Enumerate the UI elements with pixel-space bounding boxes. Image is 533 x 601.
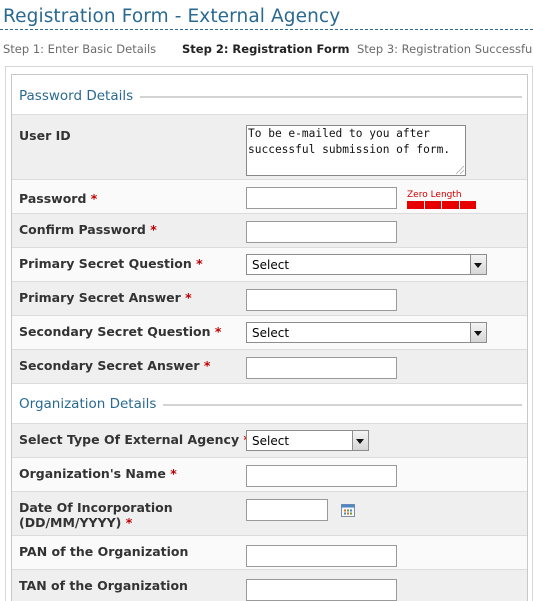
org-name-input[interactable] [246, 465, 397, 487]
secondary-question-label: Secondary Secret Question * [19, 324, 222, 339]
chevron-down-icon[interactable] [470, 323, 486, 342]
wizard-steps: Step 1: Enter Basic Details Step 2: Regi… [0, 42, 533, 58]
row-incorporation-date: Date Of Incorporation (DD/MM/YYYY) * [12, 491, 527, 536]
pan-label: PAN of the Organization [19, 544, 189, 559]
select-value: Select [252, 434, 290, 448]
primary-answer-input[interactable] [246, 289, 397, 311]
select-value: Select [252, 258, 290, 272]
row-org-name: Organization's Name * [12, 457, 527, 492]
tan-label: TAN of the Organization [19, 578, 188, 593]
required-mark: * [150, 222, 157, 237]
required-mark: * [214, 324, 222, 339]
row-secondary-answer: Secondary Secret Answer * [12, 349, 527, 384]
step-1: Step 1: Enter Basic Details [3, 42, 157, 56]
date-field-group [246, 492, 376, 536]
secondary-answer-input[interactable] [246, 357, 397, 379]
strength-label: Zero Length [407, 190, 462, 200]
step-3: Step 3: Registration Successful [357, 42, 533, 56]
confirm-password-label: Confirm Password * [19, 222, 157, 237]
primary-question-label: Primary Secret Question * [19, 256, 203, 271]
primary-question-select[interactable]: Select [246, 254, 487, 275]
required-mark: * [125, 515, 133, 530]
required-mark: * [185, 290, 192, 305]
row-pan: PAN of the Organization [12, 535, 527, 570]
password-strength-meter: Zero Length [246, 180, 486, 214]
pan-input[interactable] [246, 545, 397, 567]
required-mark: * [90, 191, 98, 206]
secondary-question-select[interactable]: Select [246, 322, 487, 343]
title-divider [0, 29, 533, 30]
org-name-label: Organization's Name * [19, 466, 177, 481]
incorporation-date-input[interactable] [246, 499, 328, 521]
user-id-label: User ID [19, 128, 71, 143]
registration-form: Password Details User ID To be e-mailed … [11, 74, 528, 601]
row-agency-type: Select Type Of External Agency * Select [12, 423, 527, 458]
form-frame: Password Details User ID To be e-mailed … [5, 66, 533, 601]
password-details-section: Password Details [12, 75, 527, 114]
incorporation-date-label: Date Of Incorporation (DD/MM/YYYY) * [19, 500, 173, 530]
section-title: Organization Details [19, 396, 164, 412]
confirm-password-input[interactable] [246, 221, 397, 243]
row-secondary-question: Secondary Secret Question * Select [12, 315, 527, 350]
agency-type-select[interactable]: Select [246, 430, 369, 451]
page-title: Registration Form - External Agency [3, 6, 341, 27]
required-mark: * [170, 466, 177, 481]
strength-bar [407, 201, 476, 209]
calendar-icon[interactable] [341, 503, 355, 517]
resize-grip-icon[interactable] [456, 166, 464, 174]
required-mark: * [196, 256, 203, 271]
primary-answer-label: Primary Secret Answer * [19, 290, 192, 305]
row-password: Password * Zero Length [12, 179, 527, 214]
chevron-down-icon[interactable] [352, 431, 368, 450]
password-label: Password * [19, 191, 98, 206]
row-tan: TAN of the Organization [12, 569, 527, 601]
organization-details-section: Organization Details [12, 383, 527, 423]
agency-type-label: Select Type Of External Agency * [19, 432, 250, 447]
row-primary-answer: Primary Secret Answer * [12, 281, 527, 316]
row-user-id: User ID To be e-mailed to you after succ… [12, 114, 527, 180]
secondary-answer-label: Secondary Secret Answer * [19, 358, 211, 373]
row-confirm-password: Confirm Password * [12, 213, 527, 248]
chevron-down-icon[interactable] [470, 255, 486, 274]
user-id-textarea[interactable]: To be e-mailed to you after successful s… [246, 125, 466, 176]
user-id-value: To be e-mailed to you after successful s… [248, 127, 451, 156]
row-primary-question: Primary Secret Question * Select [12, 247, 527, 282]
select-value: Select [252, 326, 290, 340]
step-2: Step 2: Registration Form [182, 42, 350, 56]
section-title: Password Details [19, 88, 141, 104]
tan-input[interactable] [246, 579, 397, 601]
required-mark: * [203, 358, 211, 373]
